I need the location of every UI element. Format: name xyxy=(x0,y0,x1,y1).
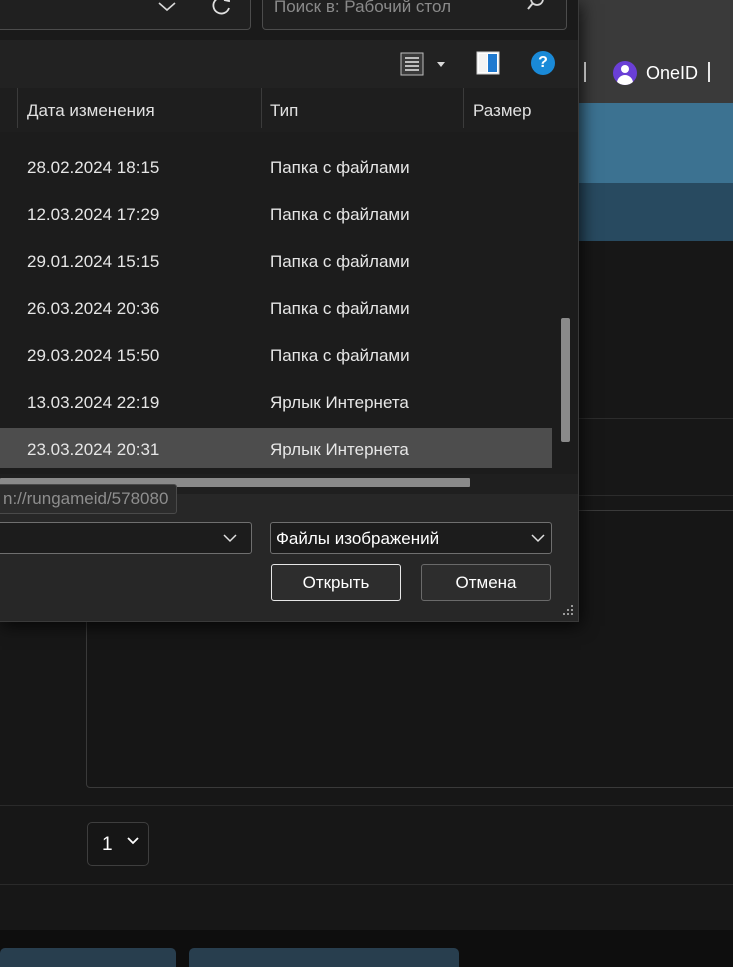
file-list: 28.02.2024 18:15 Папка с файлами 12.03.2… xyxy=(0,132,578,474)
search-icon[interactable] xyxy=(525,0,545,11)
filetype-value: Файлы изображений xyxy=(276,529,440,548)
screen: OneID 1 Поиск в: Рабочий стол ? Дата изм… xyxy=(0,0,733,967)
column-separator[interactable] xyxy=(17,88,18,128)
file-row-selected[interactable]: 23.03.2024 20:31 Ярлык Интернета xyxy=(0,428,552,468)
divider xyxy=(0,884,733,885)
chevron-down-icon[interactable] xyxy=(157,1,177,13)
footer-button[interactable] xyxy=(189,948,459,967)
page-number-value: 1 xyxy=(102,834,113,855)
file-date-modified: 29.03.2024 15:50 xyxy=(27,346,160,365)
file-date-modified: 26.03.2024 20:36 xyxy=(27,299,160,318)
file-date-modified: 29.01.2024 15:15 xyxy=(27,252,160,271)
file-date-modified: 23.03.2024 20:31 xyxy=(27,440,160,459)
file-row[interactable]: 29.03.2024 15:50 Папка с файлами xyxy=(0,336,552,376)
divider xyxy=(578,495,733,496)
chevron-down-icon[interactable] xyxy=(223,533,237,543)
file-type: Папка с файлами xyxy=(270,205,410,224)
oneid-link[interactable]: OneID xyxy=(646,62,698,84)
header-divider xyxy=(584,62,586,82)
chevron-down-icon xyxy=(127,837,139,845)
file-row[interactable]: 28.02.2024 18:15 Папка с файлами xyxy=(0,148,552,188)
resize-grip-icon[interactable] xyxy=(562,604,574,616)
caret-down-icon[interactable] xyxy=(436,60,446,68)
file-type: Ярлык Интернета xyxy=(270,440,409,459)
open-button[interactable]: Открыть xyxy=(271,564,401,601)
url-tooltip: n://rungameid/578080 xyxy=(0,484,178,514)
column-header-date-modified[interactable]: Дата изменения xyxy=(27,101,155,121)
divider xyxy=(578,418,733,419)
file-row[interactable]: 13.03.2024 22:19 Ярлык Интернета xyxy=(0,383,552,423)
help-icon[interactable]: ? xyxy=(531,51,555,75)
filename-input[interactable] xyxy=(0,522,252,554)
filetype-select[interactable]: Файлы изображений xyxy=(270,522,552,554)
vertical-scrollbar-thumb[interactable] xyxy=(561,318,570,442)
chevron-down-icon xyxy=(531,534,545,543)
file-date-modified: 28.02.2024 18:15 xyxy=(27,158,160,177)
file-row[interactable]: 29.01.2024 15:15 Папка с файлами xyxy=(0,242,552,282)
file-row[interactable]: 12.03.2024 17:29 Папка с файлами xyxy=(0,195,552,235)
column-header-type[interactable]: Тип xyxy=(270,101,298,121)
address-bar[interactable] xyxy=(0,0,251,30)
file-date-modified: 13.03.2024 22:19 xyxy=(27,393,160,412)
file-type: Папка с файлами xyxy=(270,299,410,318)
avatar-head xyxy=(621,65,629,73)
file-type: Папка с файлами xyxy=(270,252,410,271)
cancel-button[interactable]: Отмена xyxy=(421,564,551,601)
user-avatar-icon[interactable] xyxy=(613,61,637,85)
address-bar-area: Поиск в: Рабочий стол xyxy=(0,0,578,40)
search-input[interactable]: Поиск в: Рабочий стол xyxy=(262,0,567,30)
search-placeholder: Поиск в: Рабочий стол xyxy=(274,0,452,16)
preview-pane-icon[interactable] xyxy=(476,51,500,75)
file-type: Папка с файлами xyxy=(270,346,410,365)
command-bar: ? xyxy=(0,40,578,88)
column-separator[interactable] xyxy=(463,88,464,128)
column-separator[interactable] xyxy=(261,88,262,128)
file-date-modified: 12.03.2024 17:29 xyxy=(27,205,160,224)
refresh-icon[interactable] xyxy=(209,0,233,17)
divider xyxy=(0,805,733,806)
file-type: Ярлык Интернета xyxy=(270,393,409,412)
page-number-select[interactable]: 1 xyxy=(87,822,149,866)
file-open-dialog: Поиск в: Рабочий стол ? Дата изменения Т… xyxy=(0,0,579,622)
header-divider xyxy=(708,62,710,82)
footer-button[interactable] xyxy=(0,948,176,967)
view-list-icon[interactable] xyxy=(400,52,424,76)
column-header-size[interactable]: Размер xyxy=(473,101,531,121)
avatar-body xyxy=(617,75,633,85)
file-type: Папка с файлами xyxy=(270,158,410,177)
column-header-bar: Дата изменения Тип Размер xyxy=(0,88,578,132)
file-row[interactable]: 26.03.2024 20:36 Папка с файлами xyxy=(0,289,552,329)
